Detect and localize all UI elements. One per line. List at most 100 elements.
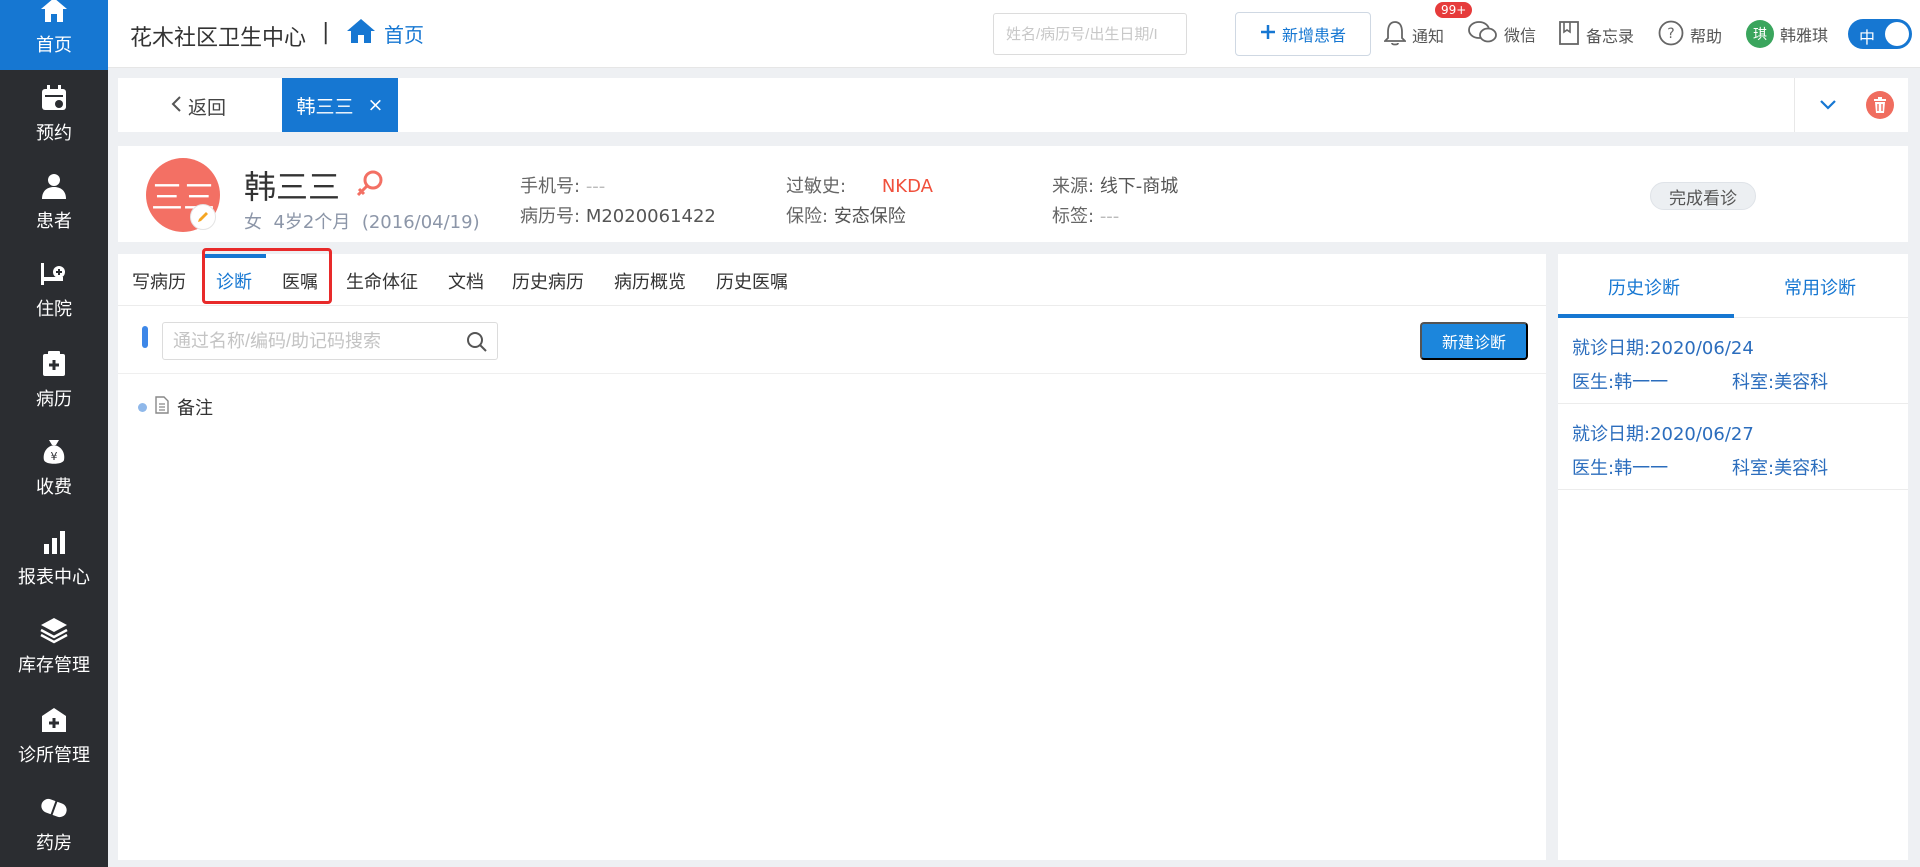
diagnosis-search-input[interactable] bbox=[162, 322, 498, 360]
search-icon[interactable] bbox=[466, 331, 488, 358]
chevron-down-icon[interactable] bbox=[1818, 92, 1838, 121]
tab-patient[interactable]: 韩三三 × bbox=[282, 78, 398, 132]
patient-search-input[interactable] bbox=[993, 13, 1187, 55]
insurance-label: 保险: bbox=[786, 206, 829, 227]
sidebar-item-label: 首页 bbox=[36, 35, 72, 56]
sidebar-item-pharmacy[interactable]: 药房 bbox=[0, 780, 108, 867]
tag-field: 标签: --- bbox=[1052, 202, 1119, 228]
phone-field: 手机号: --- bbox=[520, 172, 605, 198]
visit-date: 就诊日期:2020/06/27 bbox=[1572, 424, 1754, 445]
calendar-icon bbox=[39, 83, 69, 113]
title-separator: | bbox=[322, 20, 330, 45]
home-link[interactable]: 首页 bbox=[346, 18, 424, 49]
language-toggle[interactable]: 中 bbox=[1848, 19, 1912, 49]
sidebar-item-label: 收费 bbox=[36, 477, 72, 498]
plus-icon bbox=[1260, 24, 1276, 45]
memo-label: 备忘录 bbox=[1586, 27, 1635, 46]
sidebar-item-home[interactable]: 首页 bbox=[0, 0, 108, 70]
history-item[interactable]: 就诊日期:2020/06/24 医生:韩一一 科室:美容科 bbox=[1558, 318, 1908, 404]
help-icon: ? bbox=[1658, 20, 1684, 50]
home-icon bbox=[346, 18, 376, 49]
tab-documents[interactable]: 文档 bbox=[448, 268, 484, 294]
new-patient-label: 新增患者 bbox=[1281, 28, 1346, 45]
notification-label: 通知 bbox=[1412, 27, 1445, 46]
sidebar-item-appointment[interactable]: 预约 bbox=[0, 70, 108, 158]
document-icon bbox=[155, 395, 169, 419]
phone-label: 手机号: bbox=[520, 176, 581, 197]
user-avatar: 琪 bbox=[1746, 20, 1774, 48]
diagnosis-panel: 写病历 诊断 医嘱 生命体征 文档 历史病历 病历概览 历史医嘱 新建诊断 备注 bbox=[118, 248, 1546, 860]
money-bag-icon: ¥ bbox=[39, 437, 69, 467]
edit-icon[interactable] bbox=[190, 204, 216, 230]
user-menu[interactable]: 琪 韩雅琪 bbox=[1746, 20, 1828, 48]
insurance-field: 保险: 安态保险 bbox=[786, 202, 906, 228]
notification-button[interactable]: 通知 bbox=[1382, 20, 1445, 50]
sidebar-item-records[interactable]: 病历 bbox=[0, 336, 108, 424]
visit-doctor: 医生:韩一一 bbox=[1572, 372, 1669, 393]
diagnosis-toolbar: 新建诊断 bbox=[118, 316, 1546, 374]
user-name: 韩雅琪 bbox=[1780, 26, 1829, 45]
patient-demographics: 女 4岁2个月 (2016/04/19) bbox=[244, 208, 480, 234]
tab-vital-signs[interactable]: 生命体征 bbox=[346, 268, 418, 294]
visit-department: 科室:美容科 bbox=[1732, 458, 1829, 479]
tag-value: --- bbox=[1099, 206, 1120, 227]
clinic-icon bbox=[39, 705, 69, 735]
history-item[interactable]: 就诊日期:2020/06/27 医生:韩一一 科室:美容科 bbox=[1558, 404, 1908, 490]
source-label: 来源: bbox=[1052, 176, 1095, 197]
close-icon[interactable]: × bbox=[368, 94, 384, 116]
patient-info-card: 三三 韩三三 女 4岁2个月 (2016/04/19) 手机号: --- 病历号… bbox=[118, 146, 1908, 242]
sidebar-item-patients[interactable]: 患者 bbox=[0, 158, 108, 246]
sidebar-item-label: 药房 bbox=[36, 833, 72, 854]
highlight-frame bbox=[202, 248, 332, 304]
wechat-button[interactable]: 微信 bbox=[1468, 20, 1536, 48]
patient-tab-strip: 返回 韩三三 × bbox=[118, 78, 1908, 132]
chevron-left-icon bbox=[170, 95, 182, 118]
source-field: 来源: 线下-商城 bbox=[1052, 172, 1178, 198]
sidebar-item-label: 病历 bbox=[36, 389, 72, 410]
bed-icon bbox=[39, 259, 69, 289]
tab-history-orders[interactable]: 历史医嘱 bbox=[716, 268, 788, 294]
layers-icon bbox=[39, 615, 69, 645]
home-link-label: 首页 bbox=[384, 23, 424, 47]
sidebar-item-inventory[interactable]: 库存管理 bbox=[0, 602, 108, 690]
allergy-field: 过敏史: NKDA bbox=[786, 172, 933, 198]
sidebar-item-label: 报表中心 bbox=[18, 567, 90, 588]
sidebar-item-label: 诊所管理 bbox=[18, 745, 90, 766]
tab-history-diagnosis[interactable]: 历史诊断 bbox=[1608, 274, 1680, 300]
record-number-value: M2020061422 bbox=[585, 206, 716, 227]
help-label: 帮助 bbox=[1690, 27, 1723, 46]
sidebar-item-billing[interactable]: ¥ 收费 bbox=[0, 424, 108, 512]
sidebar-item-reports[interactable]: 报表中心 bbox=[0, 514, 108, 602]
wechat-label: 微信 bbox=[1504, 26, 1537, 45]
tag-label: 标签: bbox=[1052, 206, 1095, 227]
sidebar-item-clinic[interactable]: 诊所管理 bbox=[0, 692, 108, 780]
back-button[interactable]: 返回 bbox=[170, 93, 226, 120]
wechat-icon bbox=[1468, 20, 1498, 48]
note-item[interactable]: 备注 bbox=[138, 394, 213, 420]
record-number-label: 病历号: bbox=[520, 206, 581, 227]
insurance-value: 安态保险 bbox=[833, 206, 906, 227]
new-diagnosis-button[interactable]: 新建诊断 bbox=[1420, 322, 1528, 360]
finish-visit-button[interactable]: 完成看诊 bbox=[1650, 182, 1756, 210]
notification-badge: 99+ bbox=[1435, 2, 1473, 18]
help-button[interactable]: ? 帮助 bbox=[1658, 20, 1722, 50]
tab-history-records[interactable]: 历史病历 bbox=[512, 268, 584, 294]
sidebar-item-label: 患者 bbox=[36, 211, 72, 232]
divider bbox=[1794, 78, 1795, 132]
user-icon bbox=[39, 171, 69, 201]
new-patient-button[interactable]: 新增患者 bbox=[1235, 12, 1371, 56]
svg-text:?: ? bbox=[1667, 26, 1674, 42]
tab-record-overview[interactable]: 病历概览 bbox=[614, 268, 686, 294]
diagnosis-history-panel: 历史诊断 常用诊断 就诊日期:2020/06/24 医生:韩一一 科室:美容科 … bbox=[1558, 254, 1908, 860]
tab-common-diagnosis[interactable]: 常用诊断 bbox=[1784, 274, 1856, 300]
tab-write-record[interactable]: 写病历 bbox=[132, 268, 186, 294]
sidebar-item-label: 住院 bbox=[36, 299, 72, 320]
bullet-dot bbox=[138, 402, 147, 412]
language-toggle-label: 中 bbox=[1859, 28, 1876, 47]
memo-button[interactable]: 备忘录 bbox=[1558, 20, 1634, 50]
trash-icon[interactable] bbox=[1866, 91, 1894, 119]
patient-gender: 女 bbox=[244, 212, 262, 233]
female-icon bbox=[354, 168, 386, 205]
sidebar-item-inpatient[interactable]: 住院 bbox=[0, 246, 108, 334]
svg-text:¥: ¥ bbox=[51, 450, 58, 463]
